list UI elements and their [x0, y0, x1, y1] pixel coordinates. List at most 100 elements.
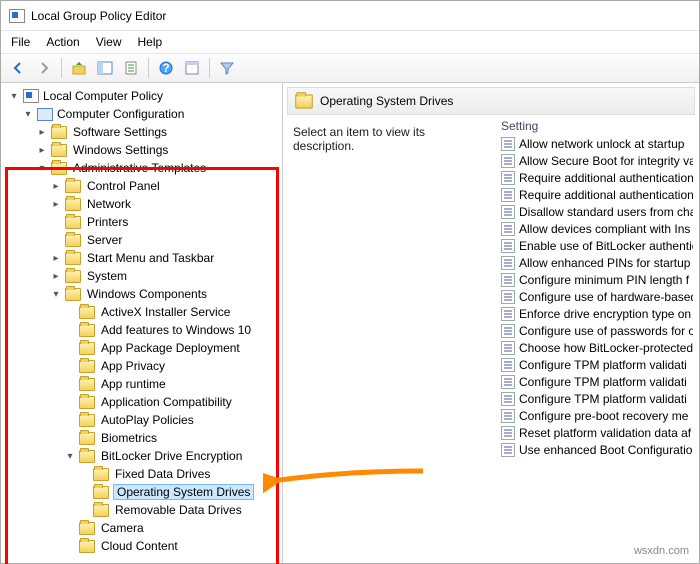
setting-icon [501, 188, 515, 202]
setting-icon [501, 358, 515, 372]
setting-label: Require additional authentication [519, 188, 693, 202]
tree-camera[interactable]: Camera [63, 519, 280, 537]
tree-network[interactable]: Network [49, 195, 280, 213]
description-prompt: Select an item to view its description. [293, 125, 489, 153]
watermark: wsxdn.com [634, 545, 689, 557]
setting-item[interactable]: Allow Secure Boot for integrity va [501, 152, 693, 169]
tree-computer-configuration[interactable]: Computer Configuration [21, 105, 280, 123]
tree-admin-templates[interactable]: Administrative Templates [35, 159, 280, 177]
tree-start-menu[interactable]: Start Menu and Taskbar [49, 249, 280, 267]
setting-icon [501, 239, 515, 253]
tree-fixed-drives[interactable]: Fixed Data Drives [77, 465, 280, 483]
filter-button[interactable] [216, 57, 238, 79]
setting-item[interactable]: Configure TPM platform validati [501, 390, 693, 407]
setting-icon [501, 324, 515, 338]
tree-cloud-content[interactable]: Cloud Content [63, 537, 280, 555]
setting-item[interactable]: Choose how BitLocker-protected [501, 339, 693, 356]
separator [148, 58, 149, 78]
description-column: Select an item to view its description. [287, 119, 495, 559]
details-header: Operating System Drives [287, 87, 695, 115]
setting-icon [501, 273, 515, 287]
computer-icon [37, 108, 53, 121]
tree-app-compat[interactable]: Application Compatibility [63, 393, 280, 411]
policy-icon [23, 89, 39, 103]
tree-pane[interactable]: Local Computer Policy Computer Configura… [1, 83, 283, 563]
folder-icon [79, 342, 95, 355]
properties-button[interactable] [181, 57, 203, 79]
tree-system[interactable]: System [49, 267, 280, 285]
setting-icon [501, 154, 515, 168]
setting-item[interactable]: Allow enhanced PINs for startup [501, 254, 693, 271]
forward-button[interactable] [33, 57, 55, 79]
tree-server[interactable]: Server [49, 231, 280, 249]
tree-app-runtime[interactable]: App runtime [63, 375, 280, 393]
separator [61, 58, 62, 78]
folder-icon [79, 324, 95, 337]
setting-item[interactable]: Allow devices compliant with Ins [501, 220, 693, 237]
menu-view[interactable]: View [96, 35, 122, 49]
tree-activex[interactable]: ActiveX Installer Service [63, 303, 280, 321]
setting-icon [501, 392, 515, 406]
body: Local Computer Policy Computer Configura… [1, 83, 699, 563]
setting-item[interactable]: Configure pre-boot recovery me [501, 407, 693, 424]
tree-os-drives[interactable]: Operating System Drives [77, 483, 280, 501]
tree-windows-settings[interactable]: Windows Settings [35, 141, 280, 159]
tree-root[interactable]: Local Computer Policy [7, 87, 280, 105]
tree-app-pkg[interactable]: App Package Deployment [63, 339, 280, 357]
folder-icon [51, 126, 67, 139]
menu-action[interactable]: Action [46, 35, 79, 49]
setting-item[interactable]: Require additional authentication [501, 186, 693, 203]
up-button[interactable] [68, 57, 90, 79]
back-button[interactable] [7, 57, 29, 79]
tree-printers[interactable]: Printers [49, 213, 280, 231]
folder-icon [65, 180, 81, 193]
folder-icon [65, 216, 81, 229]
tree-windows-components[interactable]: Windows Components [49, 285, 280, 303]
setting-label: Configure use of hardware-based [519, 290, 693, 304]
details-pane: Operating System Drives Select an item t… [283, 83, 699, 563]
folder-icon [79, 378, 95, 391]
setting-item[interactable]: Configure TPM platform validati [501, 373, 693, 390]
settings-header[interactable]: Setting [501, 119, 693, 133]
export-button[interactable] [120, 57, 142, 79]
folder-icon [93, 468, 109, 481]
show-hide-tree-button[interactable] [94, 57, 116, 79]
tree-add-features[interactable]: Add features to Windows 10 [63, 321, 280, 339]
help-button[interactable]: ? [155, 57, 177, 79]
menu-help[interactable]: Help [138, 35, 163, 49]
setting-label: Allow enhanced PINs for startup [519, 256, 690, 270]
setting-item[interactable]: Configure use of passwords for o [501, 322, 693, 339]
tree-control-panel[interactable]: Control Panel [49, 177, 280, 195]
window-title: Local Group Policy Editor [31, 9, 166, 23]
tree-bitlocker[interactable]: BitLocker Drive Encryption [63, 447, 280, 465]
folder-icon [295, 94, 313, 108]
setting-item[interactable]: Configure TPM platform validati [501, 356, 693, 373]
setting-item[interactable]: Enforce drive encryption type on [501, 305, 693, 322]
setting-item[interactable]: Use enhanced Boot Configuration [501, 441, 693, 458]
setting-item[interactable]: Enable use of BitLocker authentic [501, 237, 693, 254]
setting-label: Allow network unlock at startup [519, 137, 684, 151]
folder-icon [79, 450, 95, 463]
tree-software-settings[interactable]: Software Settings [35, 123, 280, 141]
folder-icon [65, 252, 81, 265]
setting-label: Configure use of passwords for o [519, 324, 693, 338]
menu-file[interactable]: File [11, 35, 30, 49]
setting-item[interactable]: Configure use of hardware-based [501, 288, 693, 305]
tree-autoplay[interactable]: AutoPlay Policies [63, 411, 280, 429]
setting-item[interactable]: Configure minimum PIN length f [501, 271, 693, 288]
tree-biometrics[interactable]: Biometrics [63, 429, 280, 447]
setting-icon [501, 341, 515, 355]
setting-item[interactable]: Disallow standard users from cha [501, 203, 693, 220]
settings-column: Setting Allow network unlock at startupA… [499, 119, 695, 559]
tree-app-privacy[interactable]: App Privacy [63, 357, 280, 375]
folder-icon [65, 270, 81, 283]
tree-removable-drives[interactable]: Removable Data Drives [77, 501, 280, 519]
setting-item[interactable]: Allow network unlock at startup [501, 135, 693, 152]
setting-item[interactable]: Reset platform validation data af [501, 424, 693, 441]
setting-label: Use enhanced Boot Configuration [519, 443, 693, 457]
folder-icon [93, 486, 109, 499]
setting-item[interactable]: Require additional authentication [501, 169, 693, 186]
separator [209, 58, 210, 78]
menubar: File Action View Help [1, 31, 699, 53]
setting-label: Choose how BitLocker-protected [519, 341, 693, 355]
